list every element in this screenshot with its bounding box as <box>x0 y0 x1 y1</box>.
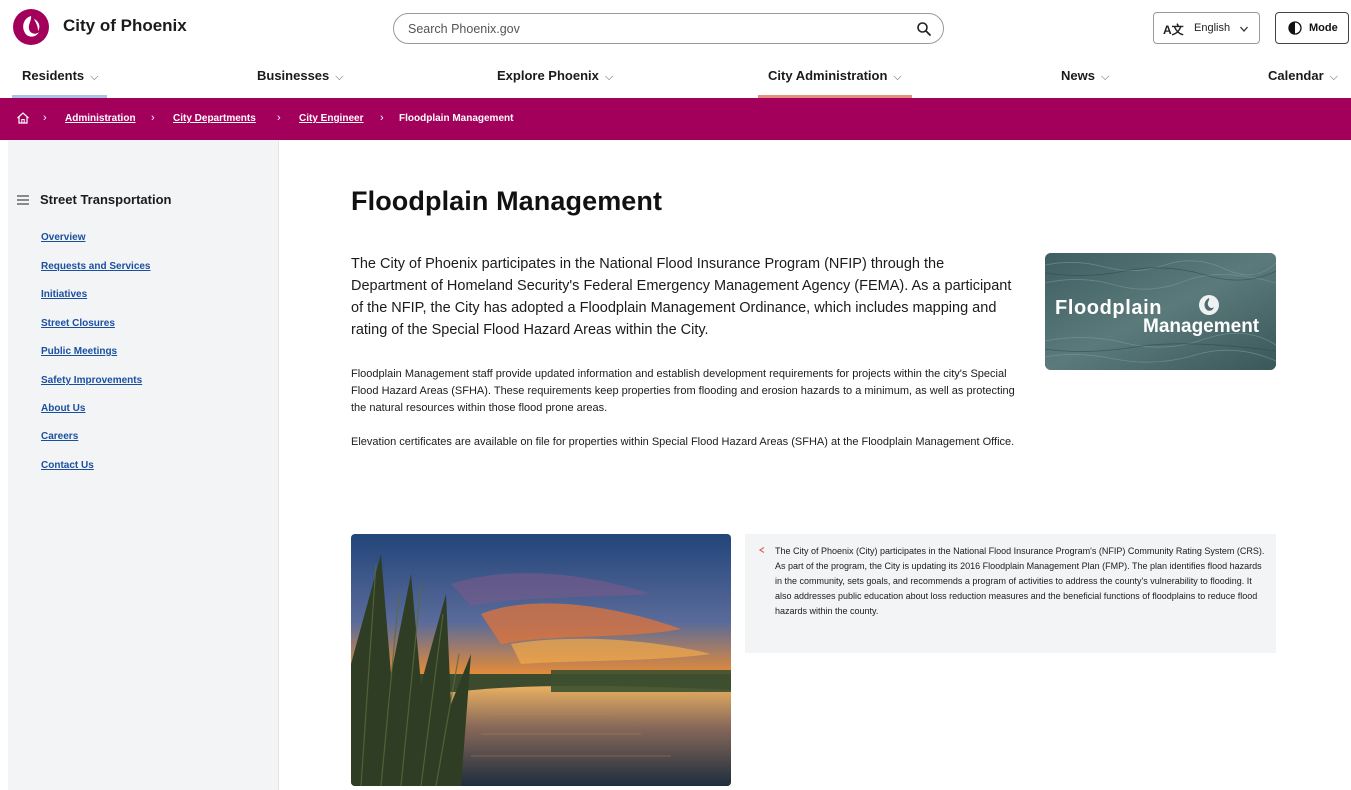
sidebar-title[interactable]: Street Transportation <box>40 192 171 207</box>
phoenix-bird-icon <box>1199 295 1219 315</box>
sidebar-item-overview[interactable]: Overview <box>41 232 85 243</box>
nav-label: News <box>1061 68 1095 83</box>
home-icon[interactable] <box>16 111 30 125</box>
nav-item-city-administration[interactable]: City Administration ⌵ <box>768 68 902 84</box>
nav-label: Calendar <box>1268 68 1324 83</box>
breadcrumb-current: Floodplain Management <box>399 113 514 124</box>
main-nav: Residents ⌵ Businesses ⌵ Explore Phoenix ⌵ … <box>0 56 1351 98</box>
mode-toggle-button[interactable]: Mode <box>1275 12 1349 44</box>
site-name[interactable]: City of Phoenix <box>63 16 187 36</box>
phoenix-logo-icon[interactable] <box>12 8 50 46</box>
body-paragraph: Elevation certificates are available on … <box>351 436 1015 448</box>
sidebar-item-about-us[interactable]: About Us <box>41 403 85 414</box>
menu-icon[interactable] <box>17 195 29 205</box>
sidebar-item-careers[interactable]: Careers <box>41 431 78 442</box>
nav-label: Explore Phoenix <box>497 68 599 83</box>
search-input[interactable] <box>408 14 908 43</box>
language-select[interactable]: A文 English <box>1153 12 1260 44</box>
breadcrumb-link-administration[interactable]: Administration <box>65 113 136 124</box>
contrast-icon <box>1288 21 1302 35</box>
nav-label: City Administration <box>768 68 888 83</box>
breadcrumb-link-city-departments[interactable]: City Departments <box>173 113 256 124</box>
chevron-down-icon: ⌵ <box>335 71 344 83</box>
nav-item-residents[interactable]: Residents ⌵ <box>22 68 98 84</box>
nav-item-news[interactable]: News ⌵ <box>1061 68 1109 84</box>
sidebar-item-requests-and-services[interactable]: Requests and Services <box>41 261 151 272</box>
caret-left-icon <box>758 546 765 554</box>
sidebar-item-public-meetings[interactable]: Public Meetings <box>41 346 117 357</box>
crs-callout: The City of Phoenix (City) participates … <box>745 534 1276 653</box>
nav-label: Residents <box>22 68 85 83</box>
nav-label: Businesses <box>257 68 330 83</box>
chevron-down-icon: ⌵ <box>893 71 902 83</box>
chevron-down-icon: ⌵ <box>604 71 614 83</box>
sunset-river-photo <box>351 534 731 786</box>
sidebar-item-contact-us[interactable]: Contact Us <box>41 460 94 471</box>
sidebar-item-safety-improvements[interactable]: Safety Improvements <box>41 375 142 386</box>
breadcrumb-separator: › <box>277 112 281 124</box>
translate-icon: A文 <box>1163 23 1184 37</box>
search-icon[interactable] <box>916 21 932 37</box>
breadcrumb-separator: › <box>380 112 384 124</box>
sidebar-item-street-closures[interactable]: Street Closures <box>41 318 115 329</box>
chevron-down-icon: ⌵ <box>1329 71 1338 83</box>
breadcrumb-link-city-engineer[interactable]: City Engineer <box>299 113 363 124</box>
chevron-down-icon <box>1240 26 1248 32</box>
callout-text: The City of Phoenix (City) participates … <box>775 546 1265 616</box>
search-box <box>393 13 944 44</box>
sidebar-item-initiatives[interactable]: Initiatives <box>41 289 87 300</box>
logo-word-management: Management <box>1143 316 1260 337</box>
breadcrumb: › Administration › City Departments › Ci… <box>0 98 1351 140</box>
chevron-down-icon: ⌵ <box>1100 71 1110 83</box>
floodplain-management-logo: Floodplain Management <box>1045 253 1276 370</box>
language-label: English <box>1194 22 1231 34</box>
mode-label: Mode <box>1309 22 1338 34</box>
sidebar: Street Transportation Overview Requests … <box>8 140 279 790</box>
nav-item-explore-phoenix[interactable]: Explore Phoenix ⌵ <box>497 68 613 84</box>
breadcrumb-separator: › <box>151 112 155 124</box>
chevron-down-icon: ⌵ <box>90 71 99 83</box>
breadcrumb-separator: › <box>43 112 47 124</box>
site-header: City of Phoenix A文 English Mode <box>0 0 1351 56</box>
nav-item-calendar[interactable]: Calendar ⌵ <box>1268 68 1338 84</box>
body-paragraph: Floodplain Management staff provide upda… <box>351 368 1015 414</box>
intro-paragraph: The City of Phoenix participates in the … <box>351 256 1012 338</box>
page-title: Floodplain Management <box>351 186 663 216</box>
nav-item-businesses[interactable]: Businesses ⌵ <box>257 68 344 84</box>
